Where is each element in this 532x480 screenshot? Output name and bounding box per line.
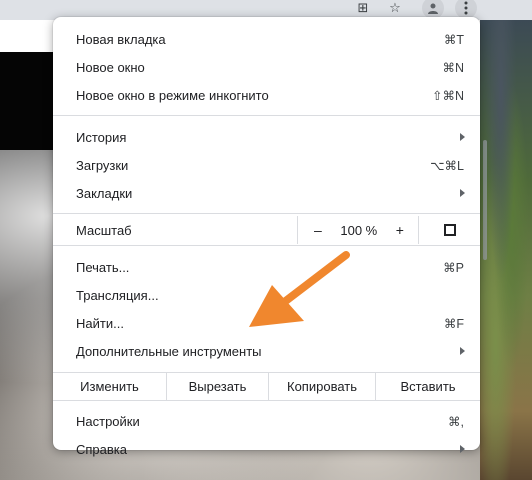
chevron-right-icon — [460, 347, 465, 355]
menu-item-label: История — [76, 129, 127, 145]
edit-label: Изменить — [53, 373, 167, 400]
menu-item-shortcut: ⌘F — [443, 316, 464, 331]
menu-item-shortcut: ⌘, — [448, 414, 464, 429]
menu-item-history[interactable]: История — [53, 123, 480, 151]
menu-item-label: Новая вкладка — [76, 31, 166, 47]
edit-row: Изменить Вырезать Копировать Вставить — [53, 372, 480, 401]
menu-item-new-incognito-window[interactable]: Новое окно в режиме инкогнито ⇧⌘N — [53, 81, 480, 109]
menu-item-shortcut: ⌘P — [443, 260, 464, 275]
menu-item-label: Закладки — [76, 185, 133, 201]
menu-item-shortcut: ⌥⌘L — [430, 158, 464, 173]
menu-item-label: Загрузки — [76, 157, 129, 173]
zoom-label: Масштаб — [76, 222, 132, 238]
browser-main-menu: Новая вкладка ⌘T Новое окно ⌘N Новое окн… — [53, 17, 480, 457]
zoom-row: Масштаб – 100 % + — [53, 216, 480, 244]
zoom-out-button[interactable]: – — [314, 222, 322, 238]
chevron-right-icon — [460, 189, 465, 197]
cut-button[interactable]: Вырезать — [167, 373, 269, 400]
menu-item-label: Справка — [76, 441, 127, 457]
menu-item-help[interactable]: Справка — [53, 435, 480, 463]
menu-item-shortcut: ⌘T — [443, 32, 464, 47]
fullscreen-icon — [443, 224, 456, 236]
background-landscape — [480, 20, 532, 480]
page-scrollbar[interactable] — [483, 140, 487, 260]
menu-item-label: Настройки — [76, 413, 140, 429]
chevron-right-icon — [460, 133, 465, 141]
zoom-in-button[interactable]: + — [396, 222, 404, 238]
menu-separator — [53, 213, 480, 214]
menu-item-shortcut: ⇧⌘N — [431, 88, 464, 103]
menu-item-find[interactable]: Найти... ⌘F — [53, 309, 480, 337]
menu-item-label: Новое окно — [76, 59, 145, 75]
menu-item-cast[interactable]: Трансляция... — [53, 281, 480, 309]
copy-button[interactable]: Копировать — [269, 373, 376, 400]
menu-item-downloads[interactable]: Загрузки ⌥⌘L — [53, 151, 480, 179]
menu-item-bookmarks[interactable]: Закладки — [53, 179, 480, 207]
menu-item-label: Новое окно в режиме инкогнито — [76, 87, 269, 103]
menu-item-new-tab[interactable]: Новая вкладка ⌘T — [53, 25, 480, 53]
menu-separator — [53, 245, 480, 246]
menu-item-shortcut: ⌘N — [442, 60, 464, 75]
menu-item-label: Трансляция... — [76, 287, 159, 303]
zoom-controls: – 100 % + — [297, 216, 419, 244]
menu-item-label: Печать... — [76, 259, 130, 275]
menu-item-print[interactable]: Печать... ⌘P — [53, 253, 480, 281]
menu-separator — [53, 115, 480, 116]
chevron-right-icon — [460, 445, 465, 453]
fullscreen-button[interactable] — [419, 216, 480, 244]
zoom-value: 100 % — [340, 222, 378, 238]
menu-item-label: Дополнительные инструменты — [76, 343, 262, 359]
paste-button[interactable]: Вставить — [376, 373, 480, 400]
menu-item-settings[interactable]: Настройки ⌘, — [53, 407, 480, 435]
menu-item-new-window[interactable]: Новое окно ⌘N — [53, 53, 480, 81]
menu-item-more-tools[interactable]: Дополнительные инструменты — [53, 337, 480, 365]
menu-item-label: Найти... — [76, 315, 124, 331]
